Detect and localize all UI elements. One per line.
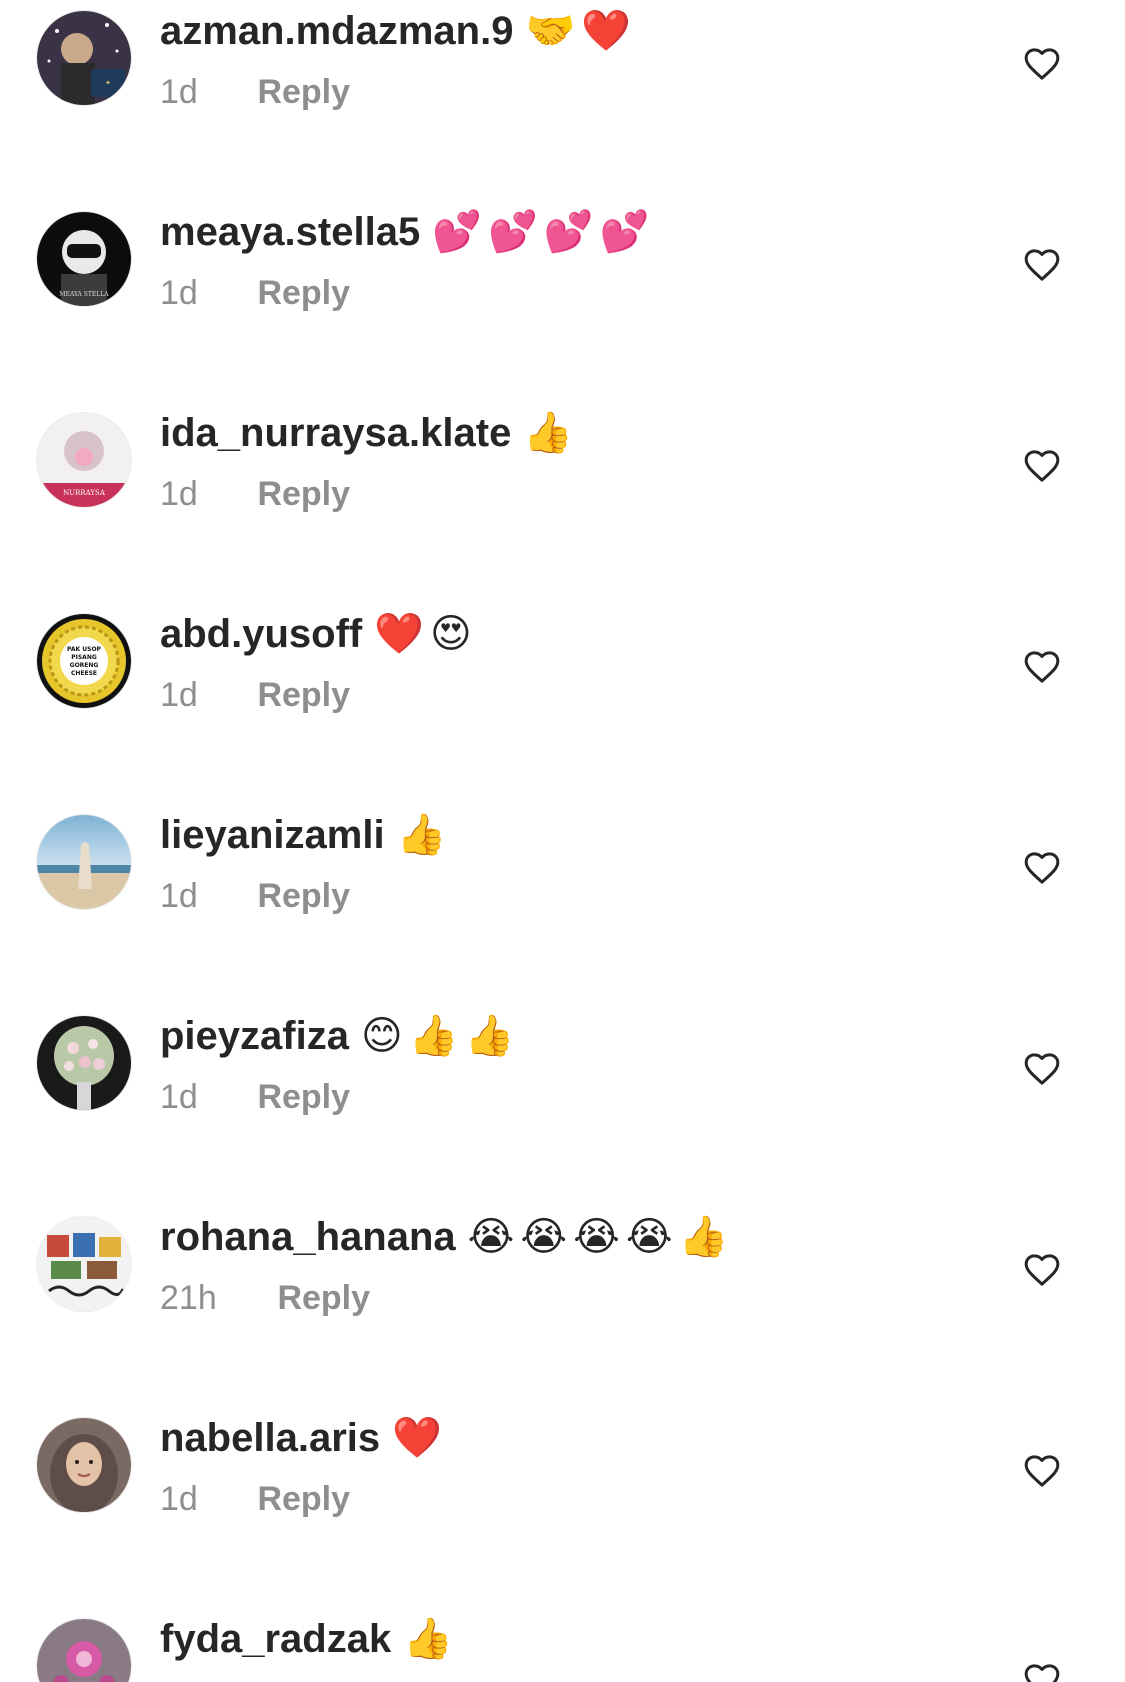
- reply-button[interactable]: Reply: [257, 70, 350, 114]
- comment-text: 😭😭😭😭👍: [467, 1214, 735, 1260]
- like-button[interactable]: [1022, 1049, 1062, 1089]
- heart-outline-icon: [1024, 48, 1060, 80]
- avatar[interactable]: [37, 1619, 131, 1682]
- username[interactable]: lieyanizamli: [160, 813, 385, 857]
- like-button[interactable]: [1022, 44, 1062, 84]
- avatar-caption-line: PAK USOP: [67, 646, 102, 653]
- avatar-caption-line: CHEESE: [71, 670, 97, 677]
- like-button[interactable]: [1022, 446, 1062, 486]
- reply-button[interactable]: Reply: [257, 874, 350, 918]
- heart-outline-icon: [1024, 1254, 1060, 1286]
- avatar[interactable]: ✦: [37, 11, 131, 105]
- username[interactable]: pieyzafiza: [160, 1014, 349, 1058]
- avatar-caption: NURRAYSA: [63, 489, 106, 497]
- comment-item: MEAYA STELLA meaya.stella5 💕💕💕💕 1d Reply: [0, 201, 1125, 401]
- heart-outline-icon: [1024, 852, 1060, 884]
- reply-button[interactable]: Reply: [257, 271, 350, 315]
- avatar[interactable]: PAK USOP PISANG GORENG CHEESE: [37, 614, 131, 708]
- timestamp: 1d: [160, 1078, 198, 1116]
- avatar[interactable]: [37, 815, 131, 909]
- comment-item: pieyzafiza 😊👍👍 1d Reply: [0, 1005, 1125, 1205]
- username[interactable]: nabella.aris: [160, 1416, 380, 1460]
- comment-item: ✦ azman.mdazman.9 🤝❤️ 1d Reply: [0, 0, 1125, 200]
- timestamp: 1d: [160, 676, 198, 714]
- avatar-caption-line: GORENG: [70, 662, 99, 669]
- timestamp: 21h: [160, 1279, 217, 1317]
- comment-text: ❤️😍: [374, 611, 478, 657]
- like-button[interactable]: [1022, 245, 1062, 285]
- reply-button[interactable]: Reply: [257, 472, 350, 516]
- heart-outline-icon: [1024, 1664, 1060, 1682]
- like-button[interactable]: [1022, 1451, 1062, 1491]
- like-button[interactable]: [1022, 848, 1062, 888]
- timestamp: 1d: [160, 1480, 198, 1518]
- reply-button[interactable]: Reply: [257, 1075, 350, 1119]
- heart-outline-icon: [1024, 1455, 1060, 1487]
- avatar[interactable]: [37, 1418, 131, 1512]
- username[interactable]: ida_nurraysa.klate: [160, 411, 511, 455]
- svg-text:✦: ✦: [105, 79, 111, 87]
- comment-list: ✦ azman.mdazman.9 🤝❤️ 1d Reply MEAYA STEL…: [0, 0, 1125, 1682]
- heart-outline-icon: [1024, 651, 1060, 683]
- comment-text: 🤝❤️: [525, 8, 638, 54]
- avatar-caption: MEAYA STELLA: [59, 291, 109, 298]
- comment-text: 👍: [396, 812, 453, 858]
- like-button[interactable]: [1022, 647, 1062, 687]
- username[interactable]: fyda_radzak: [160, 1617, 391, 1661]
- avatar-caption-line: PISANG: [71, 654, 97, 661]
- timestamp: 1d: [160, 475, 198, 513]
- comment-text: ❤️: [392, 1415, 448, 1461]
- avatar[interactable]: [37, 1217, 131, 1311]
- timestamp: 1d: [160, 877, 198, 915]
- reply-button[interactable]: Reply: [257, 673, 350, 717]
- username[interactable]: azman.mdazman.9: [160, 9, 513, 53]
- timestamp: 1d: [160, 274, 198, 312]
- heart-outline-icon: [1024, 1053, 1060, 1085]
- comment-item: PAK USOP PISANG GORENG CHEESE abd.yusoff…: [0, 603, 1125, 803]
- comment-text: 💕💕💕💕: [432, 209, 656, 255]
- avatar[interactable]: MEAYA STELLA: [37, 212, 131, 306]
- heart-outline-icon: [1024, 450, 1060, 482]
- comment-item: rohana_hanana 😭😭😭😭👍 21h Reply: [0, 1206, 1125, 1406]
- like-button[interactable]: [1022, 1250, 1062, 1290]
- comment-item: fyda_radzak 👍: [0, 1608, 1125, 1682]
- comment-text: 👍: [523, 410, 580, 456]
- timestamp: 1d: [160, 73, 198, 111]
- comment-item: NURRAYSA ida_nurraysa.klate 👍 1d Reply: [0, 402, 1125, 602]
- avatar[interactable]: [37, 1016, 131, 1110]
- reply-button[interactable]: Reply: [277, 1276, 370, 1320]
- comment-item: nabella.aris ❤️ 1d Reply: [0, 1407, 1125, 1607]
- username[interactable]: meaya.stella5: [160, 210, 420, 254]
- avatar[interactable]: NURRAYSA: [37, 413, 131, 507]
- comment-item: lieyanizamli 👍 1d Reply: [0, 804, 1125, 1004]
- reply-button[interactable]: Reply: [257, 1477, 350, 1521]
- username[interactable]: rohana_hanana: [160, 1215, 456, 1259]
- comment-text: 😊👍👍: [360, 1013, 521, 1059]
- comment-text: 👍: [403, 1616, 460, 1662]
- username[interactable]: abd.yusoff: [160, 612, 362, 656]
- like-button[interactable]: [1022, 1660, 1062, 1682]
- heart-outline-icon: [1024, 249, 1060, 281]
